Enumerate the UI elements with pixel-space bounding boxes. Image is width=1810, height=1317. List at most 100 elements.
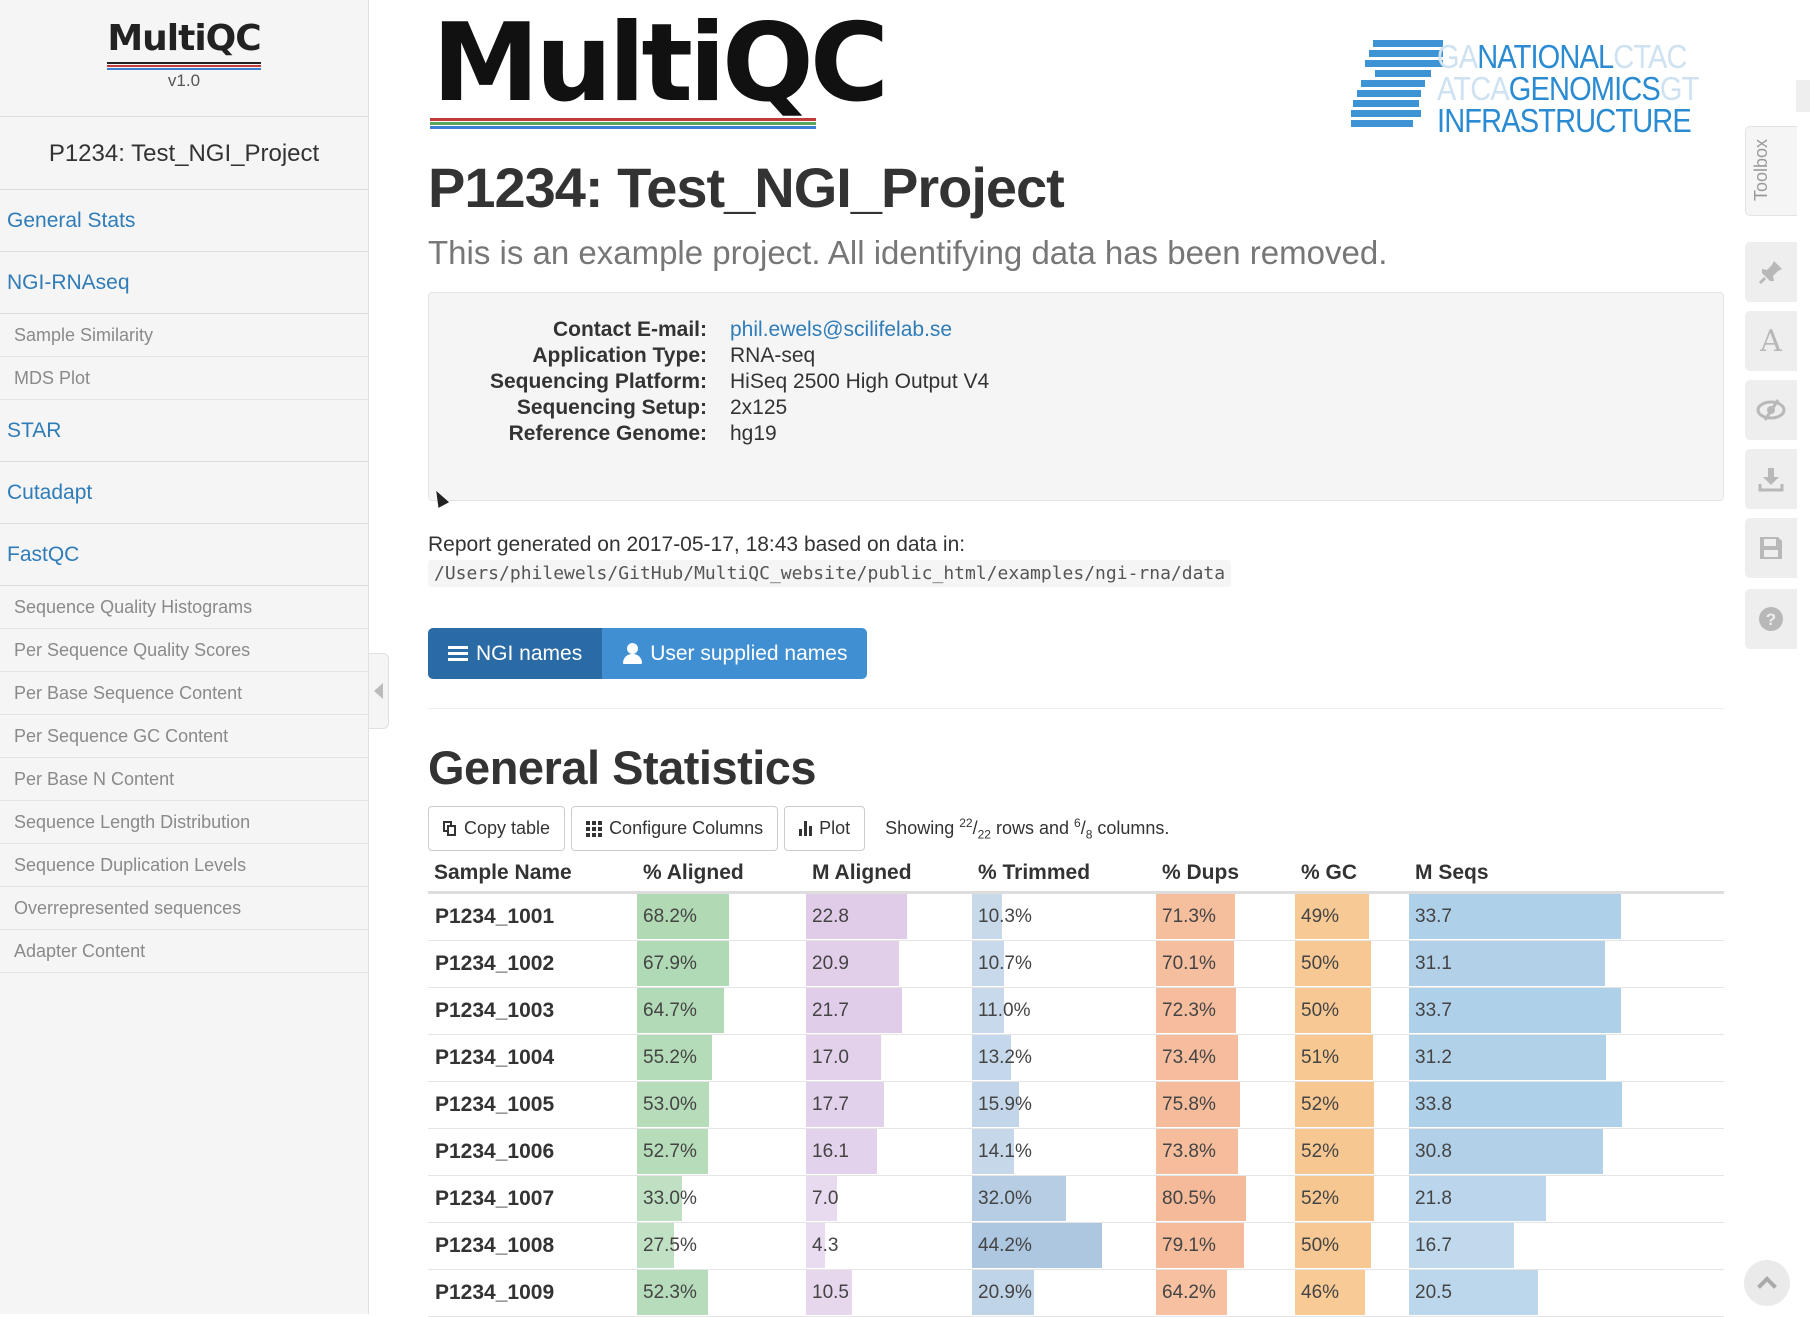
- sidebar-item-star[interactable]: STAR: [0, 400, 368, 462]
- stat-value: 31.2: [1415, 1046, 1452, 1068]
- stat-value: 50%: [1301, 999, 1340, 1021]
- sidebar-item-per-sequence-gc-content[interactable]: Per Sequence GC Content: [0, 715, 368, 758]
- sample-name-cell: P1234_1002: [428, 940, 637, 988]
- scroll-to-top-button[interactable]: [1744, 1260, 1790, 1306]
- stat-value: 75.8%: [1162, 1093, 1216, 1115]
- ngi-logo: GANATIONALCTAC ATCAGENOMICSGT INFRASTRUC…: [1351, 36, 1721, 138]
- floppy-disk-icon: [1760, 537, 1782, 559]
- stat-value: 73.4%: [1162, 1046, 1216, 1068]
- sidebar-item-sequence-duplication-levels[interactable]: Sequence Duplication Levels: [0, 844, 368, 887]
- column-header-gc[interactable]: % GC: [1295, 856, 1409, 894]
- stat-value: 52.7%: [643, 1140, 697, 1162]
- stat-cell: 10.3%: [972, 892, 1156, 941]
- stat-cell: 16.7: [1409, 1222, 1724, 1270]
- stat-cell: 49%: [1295, 892, 1409, 941]
- hide-tool-button[interactable]: [1745, 380, 1797, 440]
- sidebar-item-per-base-sequence-content[interactable]: Per Base Sequence Content: [0, 672, 368, 715]
- ngi-stripes-icon: [1351, 40, 1443, 136]
- sidebar-project-title[interactable]: P1234: Test_NGI_Project: [0, 117, 368, 190]
- stat-value: 51%: [1301, 1046, 1340, 1068]
- sidebar-nav: General Stats NGI-RNAseq Sample Similarity…: [0, 190, 368, 973]
- stat-cell: 33.8: [1409, 1081, 1724, 1129]
- column-header-m-aligned[interactable]: M Aligned: [806, 856, 972, 894]
- stat-cell: 71.3%: [1156, 892, 1295, 941]
- ngi-logo-line-3: INFRASTRUCTURE: [1437, 102, 1692, 139]
- stat-value: 16.7: [1415, 1234, 1452, 1256]
- stat-cell: 17.7: [806, 1081, 972, 1129]
- sidebar-item-sequence-length-distribution[interactable]: Sequence Length Distribution: [0, 801, 368, 844]
- copy-table-button[interactable]: Copy table: [428, 806, 566, 851]
- stat-value: 17.0: [812, 1046, 849, 1068]
- stat-cell: 70.1%: [1156, 940, 1295, 988]
- sidebar-item-adapter-content[interactable]: Adapter Content: [0, 930, 368, 973]
- stat-value: 52%: [1301, 1187, 1340, 1209]
- table-row: P1234_1006 52.7% 16.1 14.1% 73.8% 52% 30.8: [428, 1128, 1724, 1176]
- sample-name-cell: P1234_1009: [428, 1269, 637, 1317]
- stat-cell: 30.8: [1409, 1128, 1724, 1176]
- chevron-up-icon: [1757, 1276, 1777, 1296]
- sample-name-cell: P1234_1006: [428, 1128, 637, 1176]
- rename-tool-button[interactable]: A: [1745, 311, 1797, 371]
- plot-button[interactable]: Plot: [784, 806, 866, 851]
- sidebar-item-general-stats[interactable]: General Stats: [0, 190, 368, 252]
- stat-cell: 11.0%: [972, 987, 1156, 1035]
- table-header-row: Sample Name% Aligned M Aligned% Trimmed% …: [428, 856, 1724, 894]
- stat-value: 70.1%: [1162, 952, 1216, 974]
- stat-value: 17.7: [812, 1093, 849, 1115]
- stat-value: 30.8: [1415, 1140, 1452, 1162]
- stat-value: 44.2%: [978, 1234, 1032, 1256]
- project-info-box: Contact E-mail: phil.ewels@scilifelab.se A…: [428, 292, 1724, 501]
- help-button[interactable]: ?: [1745, 589, 1797, 649]
- stat-cell: 7.0: [806, 1175, 972, 1223]
- logo-text: MultiQC: [432, 1, 889, 126]
- sidebar-item-mds-plot[interactable]: MDS Plot: [0, 357, 368, 400]
- sidebar-item-per-sequence-quality-scores[interactable]: Per Sequence Quality Scores: [0, 629, 368, 672]
- sidebar-item-overrepresented-sequences[interactable]: Overrepresented sequences: [0, 887, 368, 930]
- column-header-m-seqs[interactable]: M Seqs: [1409, 856, 1724, 894]
- sidebar-item-fastqc[interactable]: FastQC: [0, 524, 368, 586]
- report-data-path: /Users/philewels/GitHub/MultiQC_website/…: [428, 560, 1232, 587]
- stat-cell: 33.7: [1409, 892, 1724, 941]
- bar-chart-icon: [799, 821, 813, 836]
- sample-name-cell: P1234_1008: [428, 1222, 637, 1270]
- stat-value: 31.1: [1415, 952, 1452, 974]
- toolbox-tab[interactable]: Toolbox: [1745, 126, 1797, 216]
- configure-columns-button[interactable]: Configure Columns: [571, 806, 779, 851]
- stat-value: 50%: [1301, 1234, 1340, 1256]
- stat-value: 33.7: [1415, 999, 1452, 1021]
- stat-cell: 75.8%: [1156, 1081, 1295, 1129]
- multiqc-logo-small: MultiQC: [107, 18, 262, 70]
- user-supplied-names-button[interactable]: User supplied names: [602, 628, 868, 679]
- export-tool-button[interactable]: [1745, 449, 1797, 509]
- column-header-trimmed[interactable]: % Trimmed: [972, 856, 1156, 894]
- sidebar-collapse-handle[interactable]: [369, 653, 389, 729]
- stat-value: 68.2%: [643, 905, 697, 927]
- stat-cell: 52%: [1295, 1081, 1409, 1129]
- sidebar-item-sample-similarity[interactable]: Sample Similarity: [0, 314, 368, 357]
- stat-cell: 10.7%: [972, 940, 1156, 988]
- sidebar-item-per-base-n-content[interactable]: Per Base N Content: [0, 758, 368, 801]
- sidebar-item-cutadapt[interactable]: Cutadapt: [0, 462, 368, 524]
- column-header-aligned[interactable]: % Aligned: [637, 856, 806, 894]
- scrollbar-thumb[interactable]: [1796, 80, 1810, 112]
- stat-cell: 44.2%: [972, 1222, 1156, 1270]
- stat-value: 7.0: [812, 1187, 839, 1209]
- stat-value: 20.9%: [978, 1281, 1032, 1303]
- sidebar-item-ngi-rnaseq[interactable]: NGI-RNAseq: [0, 252, 368, 314]
- sidebar-item-sequence-quality-histograms[interactable]: Sequence Quality Histograms: [0, 586, 368, 629]
- stat-value: 49%: [1301, 905, 1340, 927]
- stat-value: 50%: [1301, 952, 1340, 974]
- save-settings-button[interactable]: [1745, 518, 1797, 578]
- highlight-tool-button[interactable]: [1745, 242, 1797, 302]
- sidebar-logo[interactable]: MultiQC v1.0: [0, 0, 368, 117]
- stat-cell: 52.3%: [637, 1269, 806, 1317]
- project-info-value: hg19: [730, 422, 777, 445]
- column-header-sample-name[interactable]: Sample Name: [428, 856, 637, 894]
- stat-value: 22.8: [812, 905, 849, 927]
- column-header-dups[interactable]: % Dups: [1156, 856, 1295, 894]
- ngi-names-button[interactable]: NGI names: [428, 628, 603, 679]
- stat-value: 21.8: [1415, 1187, 1452, 1209]
- sample-name-cell: P1234_1003: [428, 987, 637, 1035]
- stat-value: 53.0%: [643, 1093, 697, 1115]
- stat-value: 10.7%: [978, 952, 1032, 974]
